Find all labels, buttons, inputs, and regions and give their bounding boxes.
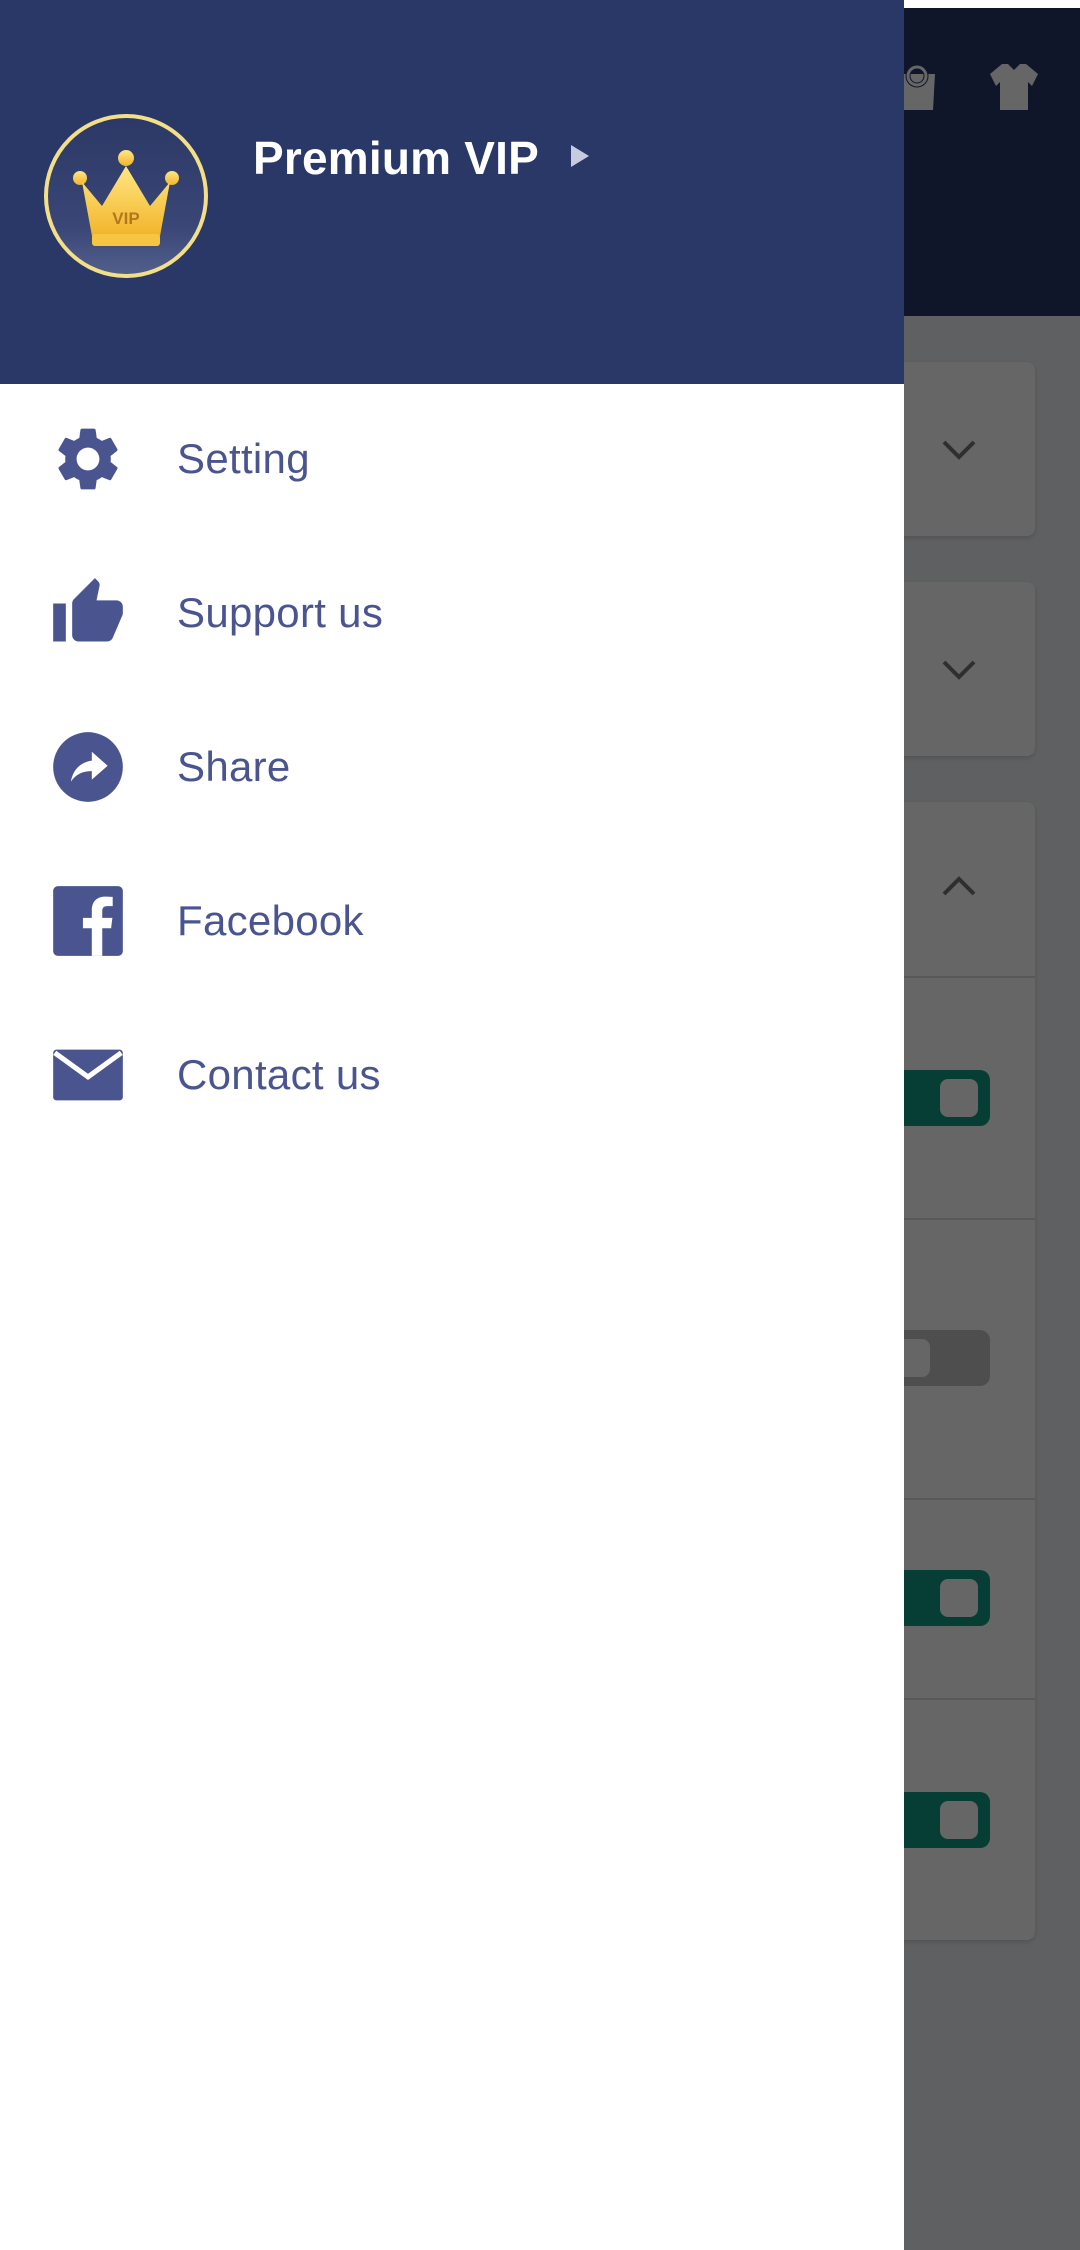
menu-item-share[interactable]: Share (0, 692, 904, 842)
arrow-right-icon (570, 145, 589, 167)
mail-icon (50, 1037, 126, 1113)
menu-item-setting[interactable]: Setting (0, 384, 904, 534)
menu-item-label: Support us (177, 589, 384, 636)
premium-vip-title: Premium VIP (253, 132, 539, 184)
status-bar-strip (904, 0, 1080, 8)
navigation-drawer: VIP Premium VIP Setting Support us Share… (0, 0, 904, 2250)
menu-item-label: Facebook (177, 897, 364, 944)
gear-icon (50, 421, 126, 497)
drawer-header: VIP Premium VIP (0, 0, 904, 384)
vip-badge-text: VIP (112, 209, 139, 228)
premium-vip-link[interactable]: Premium VIP (253, 126, 591, 190)
menu-item-label: Setting (177, 435, 310, 482)
share-icon (50, 729, 126, 805)
menu-item-contact-us[interactable]: Contact us (0, 1000, 904, 1150)
vip-crown-avatar[interactable]: VIP (44, 114, 208, 278)
thumbs-up-icon (50, 575, 126, 651)
menu-item-support-us[interactable]: Support us (0, 538, 904, 688)
menu-item-label: Contact us (177, 1051, 381, 1098)
crown-icon: VIP (73, 150, 179, 246)
menu-item-label: Share (177, 743, 291, 790)
facebook-icon (50, 883, 126, 959)
menu-item-facebook[interactable]: Facebook (0, 846, 904, 996)
